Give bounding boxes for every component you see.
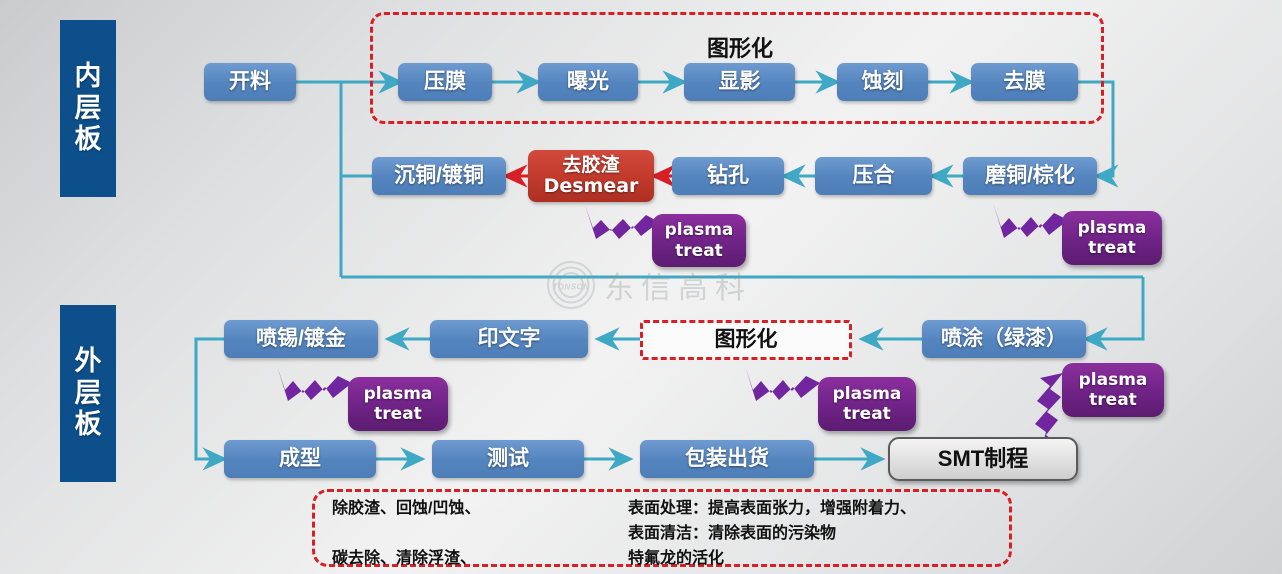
plasma-tag-smt-line1: plasma xyxy=(1078,369,1148,390)
plasma-tag-desmear[interactable]: plasma treat xyxy=(652,214,746,267)
process-box-pentu[interactable]: 喷涂（绿漆） xyxy=(922,320,1086,358)
plasma-tag-pentixi[interactable]: plasma treat xyxy=(348,377,448,431)
process-box-chentong[interactable]: 沉铜/镀铜 xyxy=(372,157,506,195)
band-inner-layer-label: 内层板 xyxy=(74,60,103,155)
process-box-pentu-label: 喷涂（绿漆） xyxy=(941,327,1067,351)
plasma-tag-smt[interactable]: plasma treat xyxy=(1062,363,1164,417)
plasma-tag-desmear-line2: treat xyxy=(675,240,723,261)
plasma-tag-motong[interactable]: plasma treat xyxy=(1062,211,1162,265)
band-outer-layer: 外层板 xyxy=(60,305,116,482)
process-box-motong[interactable]: 磨铜/棕化 xyxy=(963,157,1097,195)
process-box-qumo-label: 去膜 xyxy=(1003,70,1046,94)
process-box-qujiaozha[interactable]: 去胶渣 Desmear xyxy=(528,150,654,202)
process-box-zuankong[interactable]: 钻孔 xyxy=(672,157,784,195)
process-box-yamo[interactable]: 压膜 xyxy=(398,63,492,101)
plasma-tag-tuxinghua-line2: treat xyxy=(843,404,891,424)
process-box-zuankong-label: 钻孔 xyxy=(707,164,749,188)
process-box-kailiao[interactable]: 开料 xyxy=(204,63,296,101)
process-box-motong-label: 磨铜/棕化 xyxy=(985,164,1075,188)
legend-text-left: 除胶渣、回蚀/凹蚀、 碳去除、清除浮渣、 xyxy=(332,500,481,567)
process-box-baoguang[interactable]: 曝光 xyxy=(538,63,638,101)
process-box-baoguang-label: 曝光 xyxy=(567,70,609,94)
process-box-yahe[interactable]: 压合 xyxy=(815,157,932,195)
process-box-smt-label: SMT制程 xyxy=(937,445,1029,471)
plasma-tag-pentixi-line2: treat xyxy=(374,404,422,424)
process-box-yamo-label: 压膜 xyxy=(424,70,466,94)
watermark: TONSON 东信高科 xyxy=(547,261,752,309)
plasma-tag-motong-line1: plasma xyxy=(1077,217,1147,238)
process-box-chengxing-label: 成型 xyxy=(279,447,321,471)
plasma-tag-tuxinghua[interactable]: plasma treat xyxy=(818,377,916,431)
process-box-chentong-label: 沉铜/镀铜 xyxy=(394,164,484,188)
process-box-ceshi[interactable]: 测试 xyxy=(432,440,584,478)
process-box-kailiao-label: 开料 xyxy=(229,70,271,94)
process-box-xianying-label: 显影 xyxy=(718,70,761,94)
plasma-tag-pentixi-line1: plasma xyxy=(363,383,433,404)
process-box-chengxing[interactable]: 成型 xyxy=(224,440,376,478)
plasma-tag-motong-line2: treat xyxy=(1088,238,1136,258)
process-box-qujiaozha-label-line2: Desmear xyxy=(543,175,639,197)
process-box-tuxinghua-outer[interactable]: 图形化 xyxy=(640,320,852,360)
group-title-inner-pattern: 图形化 xyxy=(706,36,773,61)
process-box-pentixi[interactable]: 喷锡/镀金 xyxy=(224,320,378,358)
watermark-mark: TONSON xyxy=(552,282,590,292)
process-box-qumo[interactable]: 去膜 xyxy=(971,63,1078,101)
process-box-shike[interactable]: 蚀刻 xyxy=(837,63,928,101)
process-box-ceshi-label: 测试 xyxy=(487,447,529,471)
process-box-yinwenzi[interactable]: 印文字 xyxy=(430,320,588,358)
process-box-yinwenzi-label: 印文字 xyxy=(477,327,541,351)
process-box-yahe-label: 压合 xyxy=(852,164,895,188)
process-box-baozhuang-label: 包装出货 xyxy=(685,447,769,471)
watermark-text: 东信高科 xyxy=(604,272,752,305)
process-box-shike-label: 蚀刻 xyxy=(861,70,904,94)
plasma-tag-desmear-line1: plasma xyxy=(664,220,734,241)
band-outer-layer-label: 外层板 xyxy=(74,345,103,440)
process-box-xianying[interactable]: 显影 xyxy=(684,63,795,101)
process-box-pentixi-label: 喷锡/镀金 xyxy=(256,327,346,351)
legend-text-right: 表面处理：提高表面张力，增强附着力、 表面清洁：清除表面的污染物 特氟龙的活化 xyxy=(628,500,917,567)
plasma-tag-smt-line2: treat xyxy=(1089,390,1137,410)
watermark-ring-icon: TONSON xyxy=(547,261,595,309)
process-box-tuxinghua-outer-label: 图形化 xyxy=(714,328,778,352)
process-box-smt[interactable]: SMT制程 xyxy=(888,437,1078,481)
process-box-baozhuang[interactable]: 包装出货 xyxy=(640,440,814,478)
band-inner-layer: 内层板 xyxy=(60,20,116,197)
plasma-tag-tuxinghua-line1: plasma xyxy=(832,383,902,404)
process-box-qujiaozha-label-line1: 去胶渣 xyxy=(562,154,620,176)
